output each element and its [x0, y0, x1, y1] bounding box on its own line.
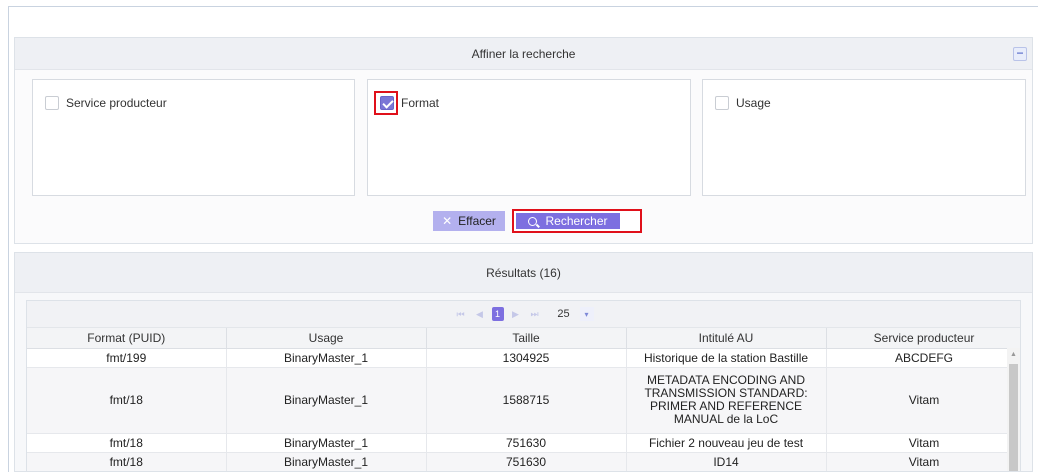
cell-format: fmt/18: [27, 452, 227, 471]
filter-actions: ✕ Effacer Rechercher: [15, 209, 1032, 233]
table-row[interactable]: fmt/199 BinaryMaster_1 1304925 Historiqu…: [27, 348, 1020, 368]
refine-search-header: Affiner la recherche −: [15, 38, 1032, 70]
search-icon: [528, 216, 538, 226]
column-header-taille[interactable]: Taille: [426, 328, 627, 349]
column-header-intitule[interactable]: Intitulé AU: [626, 328, 827, 349]
facet-usage: Usage: [702, 79, 1026, 196]
cell-service: Vitam: [826, 367, 1020, 434]
service-producteur-checkbox[interactable]: [45, 96, 59, 110]
facet-usage-option[interactable]: Usage: [715, 96, 771, 110]
chevron-down-icon[interactable]: ▾: [579, 307, 594, 321]
cell-intitule: Fichier 2 nouveau jeu de test: [626, 433, 827, 453]
column-header-format[interactable]: Format (PUID): [27, 328, 227, 349]
facet-service-producteur-option[interactable]: Service producteur: [45, 96, 167, 110]
facet-format-option[interactable]: Format: [380, 96, 439, 110]
search-button[interactable]: Rechercher: [516, 213, 620, 229]
cell-usage: BinaryMaster_1: [226, 348, 427, 368]
format-checkbox[interactable]: [380, 96, 394, 110]
page-size-value[interactable]: 25: [553, 308, 575, 320]
table-scrollbar[interactable]: ▲: [1007, 348, 1020, 471]
cell-taille: 1304925: [426, 348, 627, 368]
facet-label: Usage: [736, 96, 771, 110]
cell-taille: 1588715: [426, 367, 627, 434]
facet-label: Format: [401, 96, 440, 110]
cell-service: ABCDEFG: [826, 348, 1020, 368]
cell-intitule: METADATA ENCODING AND TRANSMISSION STAND…: [626, 367, 827, 434]
cell-service: Vitam: [826, 433, 1020, 453]
results-title: Résultats (16): [486, 265, 561, 280]
scroll-up-icon[interactable]: ▲: [1010, 351, 1017, 358]
scrollbar-thumb[interactable]: [1009, 364, 1018, 471]
results-grid: ⏮ ◀ 1 ▶ ⏭ 25 ▾ Format (PUID) Usage Taill…: [26, 300, 1021, 472]
cell-taille: 751630: [426, 452, 627, 471]
cell-intitule: Historique de la station Bastille: [626, 348, 827, 368]
cell-format: fmt/18: [27, 367, 227, 434]
table-row[interactable]: fmt/18 BinaryMaster_1 1588715 METADATA E…: [27, 367, 1020, 434]
facet-format: Format: [367, 79, 691, 196]
current-page[interactable]: 1: [491, 307, 504, 321]
table-row[interactable]: fmt/18 BinaryMaster_1 751630 ID14 Vitam: [27, 452, 1020, 471]
facet-service-producteur: Service producteur: [32, 79, 355, 196]
cell-usage: BinaryMaster_1: [226, 367, 427, 434]
last-page-icon[interactable]: ⏭: [528, 307, 542, 321]
column-header-service[interactable]: Service producteur: [826, 328, 1020, 349]
cell-intitule: ID14: [626, 452, 827, 471]
cell-format: fmt/199: [27, 348, 227, 368]
next-page-icon[interactable]: ▶: [509, 307, 523, 321]
refine-search-panel: Affiner la recherche − Service producteu…: [14, 37, 1033, 244]
results-header: Résultats (16): [15, 253, 1032, 293]
column-header-usage[interactable]: Usage: [226, 328, 427, 349]
clear-button-label: Effacer: [458, 214, 496, 228]
facet-label: Service producteur: [66, 96, 167, 110]
clear-button[interactable]: ✕ Effacer: [433, 211, 505, 231]
usage-checkbox[interactable]: [715, 96, 729, 110]
close-icon: ✕: [442, 214, 453, 228]
cell-service: Vitam: [826, 452, 1020, 471]
first-page-icon[interactable]: ⏮: [454, 307, 468, 321]
search-button-highlight: Rechercher: [512, 209, 642, 233]
collapse-panel-button[interactable]: −: [1013, 47, 1027, 61]
table-header-row: Format (PUID) Usage Taille Intitulé AU S…: [27, 328, 1020, 349]
cell-format: fmt/18: [27, 433, 227, 453]
results-panel: Résultats (16) ⏮ ◀ 1 ▶ ⏭ 25 ▾ Format (PU…: [14, 252, 1033, 472]
cell-usage: BinaryMaster_1: [226, 452, 427, 471]
cell-taille: 751630: [426, 433, 627, 453]
pagination-bar: ⏮ ◀ 1 ▶ ⏭ 25 ▾: [27, 301, 1020, 328]
previous-page-icon[interactable]: ◀: [473, 307, 487, 321]
cell-usage: BinaryMaster_1: [226, 433, 427, 453]
search-button-label: Rechercher: [545, 214, 608, 228]
refine-search-title: Affiner la recherche: [471, 46, 576, 61]
table-row[interactable]: fmt/18 BinaryMaster_1 751630 Fichier 2 n…: [27, 433, 1020, 453]
results-table: Format (PUID) Usage Taille Intitulé AU S…: [27, 328, 1020, 471]
